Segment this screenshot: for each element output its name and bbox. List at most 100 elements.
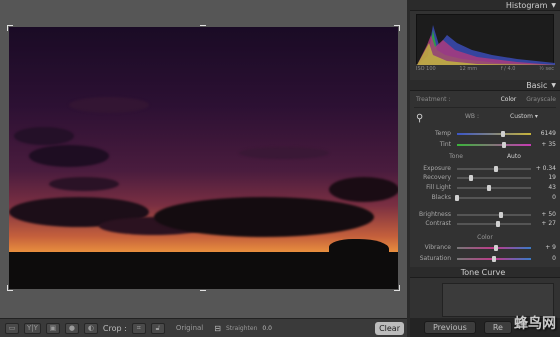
presence-section-label: Color: [477, 234, 493, 241]
tone-curve-header[interactable]: Tone Curve: [410, 267, 560, 278]
slider-knob[interactable]: [495, 220, 500, 227]
slider-knob[interactable]: [492, 255, 496, 262]
clear-button[interactable]: Clear: [375, 322, 404, 335]
slider-track[interactable]: [457, 211, 531, 218]
slider-row-temp: Temp 6149: [414, 129, 556, 138]
lock-icon[interactable]: 🔓︎: [150, 322, 165, 334]
basic-header[interactable]: Basic ▼: [410, 80, 560, 91]
slider-track[interactable]: [457, 244, 531, 251]
previous-button[interactable]: Previous: [424, 321, 476, 334]
treatment-grayscale-button[interactable]: Grayscale: [526, 96, 556, 103]
divider: [414, 107, 556, 108]
treatment-label: Treatment :: [416, 96, 451, 103]
basic-title: Basic: [526, 80, 548, 90]
watermark-logo: 蜂鸟网: [514, 316, 556, 332]
histogram: [416, 14, 555, 65]
slider-track[interactable]: [457, 220, 531, 227]
straighten-value[interactable]: 0.0: [262, 325, 272, 332]
slider-label: Contrast: [425, 220, 451, 227]
crop-handle-bottom[interactable]: [200, 285, 206, 291]
slider-label: Recovery: [423, 174, 451, 181]
slider-value[interactable]: + 50: [534, 211, 556, 218]
right-panel: Histogram ▼ ISO 100 12 mm f / 4.0 ½ sec B…: [410, 0, 560, 337]
slider-value[interactable]: 0: [534, 194, 556, 201]
reset-button[interactable]: Re: [483, 321, 512, 334]
slider-value[interactable]: + 9: [534, 244, 556, 251]
slider-value[interactable]: 0: [534, 255, 556, 262]
auto-tone-button[interactable]: Auto: [507, 153, 521, 160]
histogram-header[interactable]: Histogram ▼: [410, 0, 560, 11]
eyedropper-icon[interactable]: ⚲: [416, 113, 423, 124]
crop-overlay-button[interactable]: ▣: [45, 322, 60, 334]
slider-label: Vibrance: [424, 244, 451, 251]
tone-curve-graph[interactable]: [442, 283, 554, 317]
slider-label: Tint: [439, 141, 451, 148]
slider-track[interactable]: [457, 174, 531, 181]
slider-row-contrast: Contrast + 27: [414, 219, 556, 228]
tone-curve-title: Tone Curve: [460, 267, 506, 277]
wb-value: Custom: [510, 113, 533, 120]
develop-toolbar: ▭ Y|Y ▣ ● ◐ Crop : ⌗ 🔓︎ Original ⊟ Strai…: [0, 318, 407, 337]
slider-row-tint: Tint + 35: [414, 140, 556, 149]
slider-knob[interactable]: [455, 194, 459, 201]
collapse-icon: ▼: [551, 81, 556, 89]
crop-handle-br[interactable]: [394, 285, 400, 291]
crop-tool-icon[interactable]: ⌗: [131, 322, 146, 334]
slider-label: Blacks: [431, 194, 451, 201]
slider-row-exposure: Exposure + 0.34: [414, 164, 556, 173]
slider-knob[interactable]: [502, 141, 507, 148]
slider-knob[interactable]: [499, 211, 504, 218]
slider-value[interactable]: + 0.34: [534, 165, 556, 172]
slider-value[interactable]: + 27: [534, 220, 556, 227]
slider-row-brightness: Brightness + 50: [414, 210, 556, 219]
slider-label: Brightness: [419, 211, 451, 218]
slider-row-fill-light: Fill Light 43: [414, 183, 556, 192]
before-after-button[interactable]: Y|Y: [24, 322, 41, 334]
crop-handle-tr[interactable]: [394, 25, 400, 31]
shutter-readout: ½ sec: [539, 66, 554, 72]
aperture-readout: f / 4.0: [500, 66, 516, 72]
slider-knob[interactable]: [469, 174, 474, 181]
slider-track[interactable]: [457, 184, 531, 191]
straighten-icon: ⊟: [214, 323, 221, 333]
crop-handle-bl[interactable]: [7, 285, 13, 291]
loupe-view-button[interactable]: ▭: [5, 322, 19, 334]
photo-preview[interactable]: [9, 27, 398, 289]
treatment-color-button[interactable]: Color: [501, 96, 517, 103]
collapse-icon: ▼: [551, 1, 556, 9]
slider-track[interactable]: [457, 165, 531, 172]
crop-handle-tl[interactable]: [7, 25, 13, 31]
slider-knob[interactable]: [486, 184, 491, 191]
red-eye-button[interactable]: ◐: [83, 322, 98, 334]
slider-label: Saturation: [419, 255, 451, 262]
slider-value[interactable]: 43: [534, 184, 556, 191]
slider-value[interactable]: + 35: [534, 141, 556, 148]
crop-handle-top[interactable]: [200, 25, 206, 31]
wb-select[interactable]: Custom ▾: [510, 113, 538, 120]
tone-label: Tone: [449, 153, 463, 160]
slider-knob[interactable]: [500, 130, 505, 137]
crop-label: Crop :: [102, 323, 127, 333]
slider-value[interactable]: 6149: [534, 130, 556, 137]
develop-module: ▭ Y|Y ▣ ● ◐ Crop : ⌗ 🔓︎ Original ⊟ Strai…: [0, 0, 560, 337]
slider-label: Fill Light: [426, 184, 451, 191]
wb-label: WB :: [465, 113, 479, 120]
slider-row-blacks: Blacks 0: [414, 193, 556, 202]
slider-knob[interactable]: [494, 244, 499, 251]
slider-track[interactable]: [457, 130, 531, 137]
slider-label: Exposure: [423, 165, 451, 172]
spot-removal-button[interactable]: ●: [64, 322, 79, 334]
slider-track[interactable]: [457, 255, 531, 262]
straighten-label: Straighten: [225, 324, 258, 332]
focal-readout: 12 mm: [459, 66, 478, 72]
histogram-readout: ISO 100 12 mm f / 4.0 ½ sec: [416, 66, 554, 72]
slider-value[interactable]: 19: [534, 174, 556, 181]
slider-track[interactable]: [455, 194, 531, 201]
histogram-title: Histogram: [505, 0, 548, 10]
image-canvas: [0, 0, 407, 318]
iso-readout: ISO 100: [416, 66, 436, 72]
slider-knob[interactable]: [494, 165, 499, 172]
aspect-select[interactable]: Original: [176, 324, 203, 332]
slider-row-vibrance: Vibrance + 9: [414, 243, 556, 252]
slider-track[interactable]: [457, 141, 531, 148]
